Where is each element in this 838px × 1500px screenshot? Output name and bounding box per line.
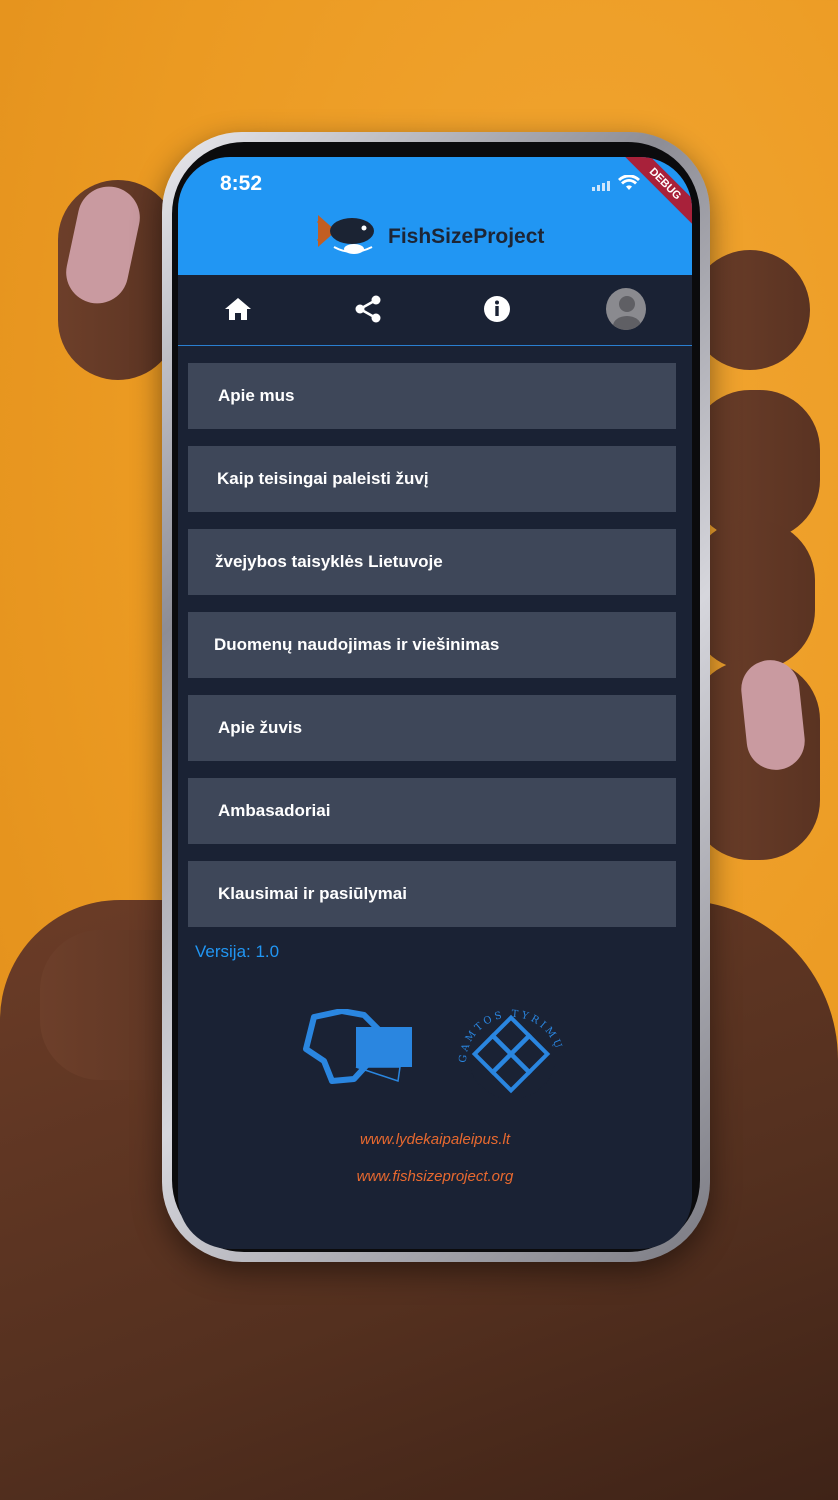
status-icons bbox=[592, 174, 640, 196]
phone-screen: 8:52 DEBUG FishSizeProject Apie mus Kaip… bbox=[178, 157, 692, 1249]
app-brand: FishSizeProject bbox=[314, 209, 544, 264]
menu-item-apie-mus[interactable]: Apie mus bbox=[188, 363, 676, 429]
menu-item-label: Apie mus bbox=[218, 386, 295, 405]
menu-item-label: Kaip teisingai paleisti žuvį bbox=[217, 469, 429, 488]
menu-item-label: žvejybos taisyklės Lietuvoje bbox=[215, 552, 443, 571]
menu-item-kaip-paleisti[interactable]: Kaip teisingai paleisti žuvį bbox=[188, 446, 676, 512]
website-link-fishsizeproject[interactable]: www.fishsizeproject.org bbox=[178, 1168, 692, 1185]
menu-item-label: Ambasadoriai bbox=[218, 801, 331, 820]
menu-item-label: Klausimai ir pasiūlymai bbox=[218, 884, 407, 903]
app-title: FishSizeProject bbox=[388, 224, 545, 248]
menu-item-label: Duomenų naudojimas ir viešinimas bbox=[214, 635, 500, 654]
avatar-icon bbox=[606, 288, 646, 330]
nav-bar bbox=[178, 275, 692, 346]
menu-item-klausimai[interactable]: Klausimai ir pasiūlymai bbox=[188, 861, 676, 927]
menu-item-label: Apie žuvis bbox=[218, 718, 303, 737]
signal-icon bbox=[592, 180, 610, 191]
home-icon[interactable] bbox=[218, 289, 258, 329]
lithuania-map-logo-icon bbox=[302, 1008, 414, 1094]
share-icon[interactable] bbox=[348, 289, 388, 329]
version-text: Versija: 1.0 bbox=[195, 942, 280, 961]
menu-item-zvejybos-taisykles[interactable]: žvejybos taisyklės Lietuvoje bbox=[188, 529, 676, 595]
profile-avatar[interactable] bbox=[606, 288, 646, 330]
menu-item-apie-zuvis[interactable]: Apie žuvis bbox=[188, 695, 676, 761]
menu-item-ambasadoriai[interactable]: Ambasadoriai bbox=[188, 778, 676, 844]
menu-list: Apie mus Kaip teisingai paleisti žuvį žv… bbox=[188, 363, 676, 944]
info-icon[interactable] bbox=[477, 289, 517, 329]
app-bar: 8:52 DEBUG FishSizeProject bbox=[178, 157, 692, 275]
partner-logos: GAMTOS TYRIMŲ CENTRAS bbox=[298, 989, 578, 1118]
wifi-icon bbox=[618, 174, 640, 196]
website-link-lydekaipaleipus[interactable]: www.lydekaipaleipus.lt bbox=[178, 1131, 692, 1148]
fish-logo-icon bbox=[314, 209, 378, 264]
status-time: 8:52 bbox=[220, 172, 263, 195]
gamtos-tyrimu-centras-seal-icon: GAMTOS TYRIMŲ CENTRAS bbox=[442, 989, 576, 1118]
menu-item-duomenu-naudojimas[interactable]: Duomenų naudojimas ir viešinimas bbox=[188, 612, 676, 678]
